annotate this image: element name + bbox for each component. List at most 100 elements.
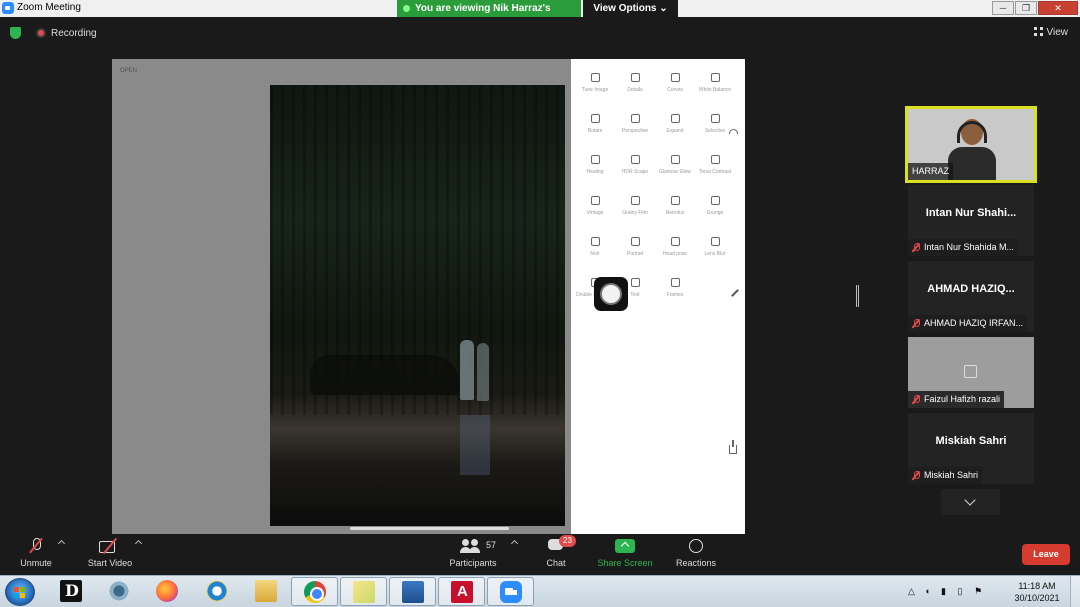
view-button[interactable]: View — [1033, 27, 1068, 38]
share-banner: You are viewing Nik Harraz's screen — [397, 0, 581, 31]
tool-label: Tonal Contrast — [698, 169, 732, 175]
panel-resize-handle[interactable] — [856, 285, 859, 307]
group-of-people — [310, 355, 460, 395]
tool-icon — [630, 196, 640, 205]
chevron-down-icon: ⌄ — [659, 3, 668, 14]
participant-name-tag: Faizul Hafizh razali — [908, 391, 1005, 408]
tool-label: Rotate — [587, 128, 603, 134]
minimize-button[interactable]: ─ — [992, 1, 1014, 15]
meeting-topbar: Recording View — [0, 17, 1080, 49]
view-options-label: View Options — [593, 3, 657, 14]
participant-video-feed — [948, 119, 996, 180]
participant-tile[interactable]: Intan Nur Shahi... Intan Nur Shahida M..… — [908, 185, 1034, 256]
participant-name-tag: Intan Nur Shahida M... — [908, 239, 1019, 256]
muted-mic-icon — [912, 243, 920, 252]
unmute-label: Unmute — [20, 558, 52, 568]
tool-icon — [670, 237, 680, 246]
tool-icon — [630, 278, 640, 287]
taskbar-file-explorer[interactable] — [243, 577, 290, 606]
taskbar-dictionary[interactable] — [48, 577, 95, 606]
close-button[interactable]: ✕ — [1038, 1, 1078, 15]
taskbar-files[interactable] — [340, 577, 387, 606]
active-speaker-video[interactable]: HARRAZ — [905, 106, 1037, 183]
participants-label: Participants — [449, 558, 497, 568]
restore-button[interactable]: ❐ — [1015, 1, 1037, 15]
tool-icon — [710, 237, 720, 246]
headphones-icon — [957, 121, 987, 143]
share-screen-icon — [615, 538, 635, 554]
power-icon[interactable]: ▯ — [958, 586, 967, 596]
tool-icon — [630, 155, 640, 164]
participant-tile[interactable]: Faizul Hafizh razali — [908, 337, 1034, 408]
edit-tool-tune-image: Tune Image — [575, 73, 615, 93]
leave-button[interactable]: Leave — [1022, 544, 1070, 565]
tool-icon — [710, 73, 720, 82]
sharing-indicator-icon — [403, 5, 410, 12]
participants-options-caret-icon[interactable] — [510, 539, 519, 548]
taskbar-computer[interactable] — [389, 577, 436, 606]
edit-tool-hdr-scape: HDR Scape — [615, 155, 655, 175]
security-shield-icon[interactable] — [10, 27, 21, 39]
start-video-button[interactable]: Start Video — [84, 538, 136, 568]
taskbar-zoom[interactable] — [487, 577, 534, 606]
zoom-icon — [500, 581, 522, 603]
taskbar-chrome[interactable] — [291, 577, 338, 606]
participant-tile[interactable]: AHMAD HAZIQ... AHMAD HAZIQ IRFAN... — [908, 261, 1034, 332]
files-icon — [353, 581, 375, 603]
shared-screen-canvas: OPEN — [112, 59, 571, 534]
meeting-toolbar: Unmute Start Video Participants 57 Chat … — [0, 534, 1080, 575]
muted-mic-icon — [912, 395, 920, 404]
computer-icon — [402, 581, 424, 603]
taskbar-settings[interactable] — [96, 577, 143, 606]
tool-label: Vintage — [586, 210, 604, 216]
tool-label: Details — [627, 87, 643, 93]
share-screen-button[interactable]: Share Screen — [596, 538, 654, 568]
tool-label: Retrolux — [665, 210, 685, 216]
chat-label: Chat — [546, 558, 566, 568]
participant-name-tag: HARRAZ — [908, 163, 954, 180]
audio-options-caret-icon[interactable] — [57, 539, 66, 548]
zoom-app-icon — [2, 2, 14, 14]
person-body — [948, 147, 996, 180]
show-hidden-icons-icon[interactable]: △ — [908, 586, 917, 596]
participants-icon — [460, 538, 482, 554]
action-center-icon[interactable]: ⚑ — [974, 586, 983, 596]
tool-icon — [590, 237, 600, 246]
internet-explorer-icon — [206, 580, 228, 602]
tool-label: Noir — [590, 251, 600, 257]
system-tray: △ ◖ ▮ ▯ ⚑ — [908, 585, 988, 596]
start-video-label: Start Video — [87, 558, 133, 568]
tool-label: Glamour Glow — [659, 169, 691, 175]
camera-shutter-button — [594, 277, 628, 311]
taskbar-firefox[interactable] — [144, 577, 191, 606]
participant-display-name: Miskiah Sahri — [935, 435, 1007, 447]
tool-label: Grunge — [706, 210, 724, 216]
share-icon — [729, 440, 737, 454]
start-button[interactable] — [5, 578, 35, 606]
forest-photo — [270, 85, 565, 526]
system-clock[interactable]: 11:18 AM 30/10/2021 — [1010, 580, 1064, 604]
gallery-scroll-down-button[interactable] — [941, 489, 1000, 515]
volume-icon[interactable]: ◖ — [925, 586, 934, 596]
edit-tool-vintage: Vintage — [575, 196, 615, 216]
participant-name: Faizul Hafizh razali — [924, 394, 1001, 404]
view-options-button[interactable]: View Options ⌄ — [583, 0, 678, 17]
network-icon[interactable]: ▮ — [941, 586, 950, 596]
tool-icon — [710, 155, 720, 164]
taskbar-internet-explorer[interactable] — [194, 577, 241, 606]
tool-label: Grainy Film — [622, 210, 648, 216]
tool-label: Portrait — [626, 251, 644, 257]
video-options-caret-icon[interactable] — [134, 539, 143, 548]
show-desktop-button[interactable] — [1070, 576, 1080, 607]
window-title: Zoom Meeting — [17, 2, 81, 13]
tool-icon — [590, 73, 600, 82]
tool-icon — [630, 114, 640, 123]
shared-screen: OPEN Tune Image Details Curves White Balanc… — [112, 59, 745, 534]
water-reflection — [460, 415, 490, 475]
tool-label: HDR Scape — [621, 169, 649, 175]
taskbar-acrobat[interactable] — [438, 577, 485, 606]
reactions-button[interactable]: Reactions — [674, 538, 718, 568]
participant-tile[interactable]: Miskiah Sahri Miskiah Sahri — [908, 413, 1034, 484]
grid-icon — [1033, 27, 1043, 36]
unmute-button[interactable]: Unmute — [14, 538, 58, 568]
